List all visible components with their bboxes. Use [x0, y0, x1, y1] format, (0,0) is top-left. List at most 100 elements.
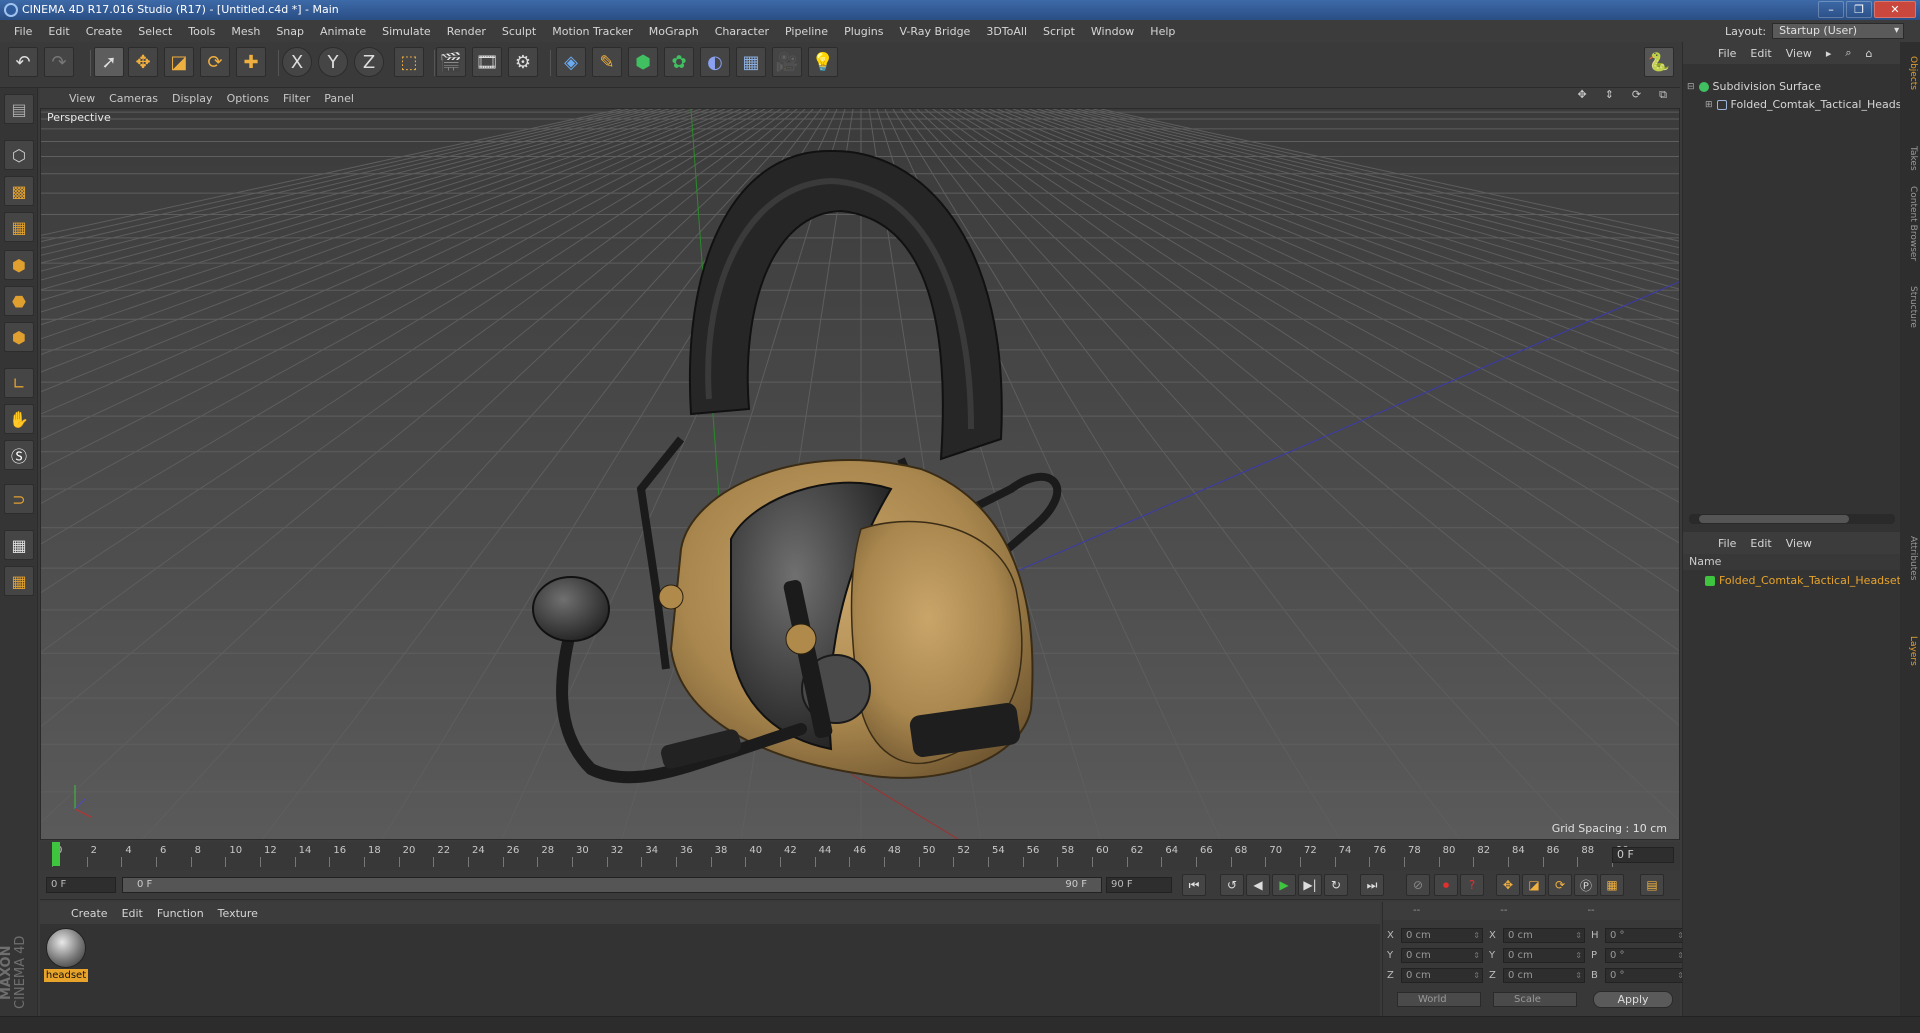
- render-picture-viewer-icon[interactable]: 🎞: [472, 47, 502, 77]
- menu-animate[interactable]: Animate: [312, 25, 374, 38]
- menu-create[interactable]: Create: [78, 25, 131, 38]
- current-frame-field[interactable]: 0 F: [1612, 847, 1674, 863]
- array-icon[interactable]: ✿: [664, 47, 694, 77]
- menu-mesh[interactable]: Mesh: [223, 25, 268, 38]
- tab-structure[interactable]: Structure: [1902, 282, 1918, 332]
- workplane-lock-icon[interactable]: ▦: [4, 530, 34, 560]
- rotation-p-field[interactable]: 0 °: [1605, 948, 1687, 963]
- size-z-field[interactable]: 0 cm: [1503, 968, 1585, 983]
- timeline-playhead[interactable]: [52, 842, 60, 866]
- apply-button[interactable]: Apply: [1593, 991, 1673, 1008]
- tab-takes[interactable]: Takes: [1902, 142, 1918, 175]
- position-x-field[interactable]: 0 cm: [1401, 928, 1483, 943]
- select-arrow-icon[interactable]: ➚: [94, 47, 124, 77]
- viewport-menu-display[interactable]: Display: [165, 92, 220, 105]
- camera-icon[interactable]: 🎥: [772, 47, 802, 77]
- key-point-level-icon[interactable]: ▦: [1600, 874, 1624, 896]
- go-to-end-icon[interactable]: ⏭: [1360, 874, 1384, 896]
- viewport-menu-options[interactable]: Options: [220, 92, 276, 105]
- layout-dropdown[interactable]: Startup (User): [1772, 23, 1905, 39]
- magnet-icon[interactable]: ⊃: [4, 484, 34, 514]
- expand-icon[interactable]: ⊞: [1705, 100, 1713, 110]
- menu-script[interactable]: Script: [1035, 25, 1083, 38]
- layer-menu-file[interactable]: File: [1711, 537, 1743, 550]
- model-mode-icon[interactable]: ⬡: [4, 140, 34, 170]
- play-icon[interactable]: ▶: [1272, 874, 1296, 896]
- edit-render-settings-icon[interactable]: ⚙: [508, 47, 538, 77]
- maximize-button[interactable]: ❐: [1846, 1, 1872, 18]
- viewport-menu-filter[interactable]: Filter: [276, 92, 317, 105]
- object-home-icon[interactable]: ⌂: [1859, 47, 1880, 60]
- axis-z-icon[interactable]: Z: [354, 47, 384, 77]
- position-z-field[interactable]: 0 cm: [1401, 968, 1483, 983]
- record-keys-disabled-icon[interactable]: ⊘: [1406, 874, 1430, 896]
- viewport-maximize-icon[interactable]: ⧉: [1652, 88, 1674, 102]
- undo-icon[interactable]: ↶: [8, 47, 38, 77]
- menu-file[interactable]: File: [6, 25, 40, 38]
- key-position-icon[interactable]: ✥: [1496, 874, 1520, 896]
- menu-sculpt[interactable]: Sculpt: [494, 25, 544, 38]
- collapse-icon[interactable]: ⊟: [1687, 82, 1695, 92]
- go-to-start-icon[interactable]: ⏮: [1182, 874, 1206, 896]
- go-to-next-key-icon[interactable]: ↻: [1324, 874, 1348, 896]
- tab-attributes[interactable]: Attributes: [1902, 532, 1918, 584]
- object-search-icon[interactable]: ⌕: [1838, 46, 1858, 60]
- menu-help[interactable]: Help: [1142, 25, 1183, 38]
- position-y-field[interactable]: 0 cm: [1401, 948, 1483, 963]
- make-editable-icon[interactable]: ▤: [4, 94, 34, 124]
- material-swatch[interactable]: headset: [44, 928, 88, 982]
- object-menu-edit[interactable]: Edit: [1743, 47, 1778, 60]
- python-icon[interactable]: 🐍: [1644, 47, 1674, 77]
- axis-x-icon[interactable]: X: [282, 47, 312, 77]
- next-frame-icon[interactable]: ▶|: [1298, 874, 1322, 896]
- workplane-grid-icon[interactable]: ▦: [4, 566, 34, 596]
- menu-tools[interactable]: Tools: [180, 25, 223, 38]
- snap-icon[interactable]: Ⓢ: [4, 440, 34, 470]
- subdivision-icon[interactable]: ⬢: [628, 47, 658, 77]
- render-view-icon[interactable]: 🎬: [436, 47, 466, 77]
- menu-character[interactable]: Character: [707, 25, 777, 38]
- material-menu-edit[interactable]: Edit: [115, 907, 150, 920]
- viewport-move-icon[interactable]: ⇕: [1598, 88, 1621, 102]
- pen-spline-icon[interactable]: ✎: [592, 47, 622, 77]
- scale-icon[interactable]: ◪: [164, 47, 194, 77]
- add-icon[interactable]: ✚: [236, 47, 266, 77]
- min-time-field[interactable]: 0 F: [46, 877, 116, 893]
- deformer-icon[interactable]: ◐: [700, 47, 730, 77]
- viewport-rotate-icon[interactable]: ⟳: [1625, 88, 1648, 102]
- menu-edit[interactable]: Edit: [40, 25, 77, 38]
- size-y-field[interactable]: 0 cm: [1503, 948, 1585, 963]
- key-rotation-icon[interactable]: ⟳: [1548, 874, 1572, 896]
- workplane-mode-icon[interactable]: ▦: [4, 212, 34, 242]
- material-menu-texture[interactable]: Texture: [211, 907, 265, 920]
- rotation-b-field[interactable]: 0 °: [1605, 968, 1687, 983]
- menu-select[interactable]: Select: [130, 25, 180, 38]
- rotation-h-field[interactable]: 0 °: [1605, 928, 1687, 943]
- coordinate-system-icon[interactable]: ⬚: [394, 47, 424, 77]
- viewport-menu-view[interactable]: View: [62, 92, 102, 105]
- max-time-field[interactable]: 90 F: [1106, 877, 1172, 893]
- material-menu-create[interactable]: Create: [64, 907, 115, 920]
- minimize-button[interactable]: –: [1818, 1, 1844, 18]
- menu-motion-tracker[interactable]: Motion Tracker: [544, 25, 640, 38]
- layer-row[interactable]: Folded_Comtak_Tactical_Headset_: [1705, 574, 1906, 587]
- object-menu-view[interactable]: View: [1779, 47, 1819, 60]
- axis-y-icon[interactable]: Y: [318, 47, 348, 77]
- menu-snap[interactable]: Snap: [268, 25, 312, 38]
- cube-icon[interactable]: ◈: [556, 47, 586, 77]
- object-row-subdivision-surface[interactable]: ⊟ Subdivision Surface: [1687, 80, 1821, 93]
- timeline-ruler[interactable]: 0246810121416182022242628303234363840424…: [40, 842, 1680, 870]
- texture-mode-icon[interactable]: ▩: [4, 176, 34, 206]
- object-manager-scrollbar[interactable]: [1689, 514, 1895, 524]
- menu-render[interactable]: Render: [439, 25, 494, 38]
- menu-vray-bridge[interactable]: V-Ray Bridge: [891, 25, 978, 38]
- layer-menu-view[interactable]: View: [1779, 537, 1819, 550]
- points-mode-icon[interactable]: ⬢: [4, 250, 34, 280]
- size-x-field[interactable]: 0 cm: [1503, 928, 1585, 943]
- polygons-mode-icon[interactable]: ⬢: [4, 322, 34, 352]
- autokeying-icon[interactable]: ?: [1460, 874, 1484, 896]
- tab-layers[interactable]: Layers: [1902, 632, 1918, 670]
- perspective-viewport[interactable]: Perspective Grid Spacing : 10 cm: [40, 108, 1680, 840]
- layer-menu-edit[interactable]: Edit: [1743, 537, 1778, 550]
- edges-mode-icon[interactable]: ⬣: [4, 286, 34, 316]
